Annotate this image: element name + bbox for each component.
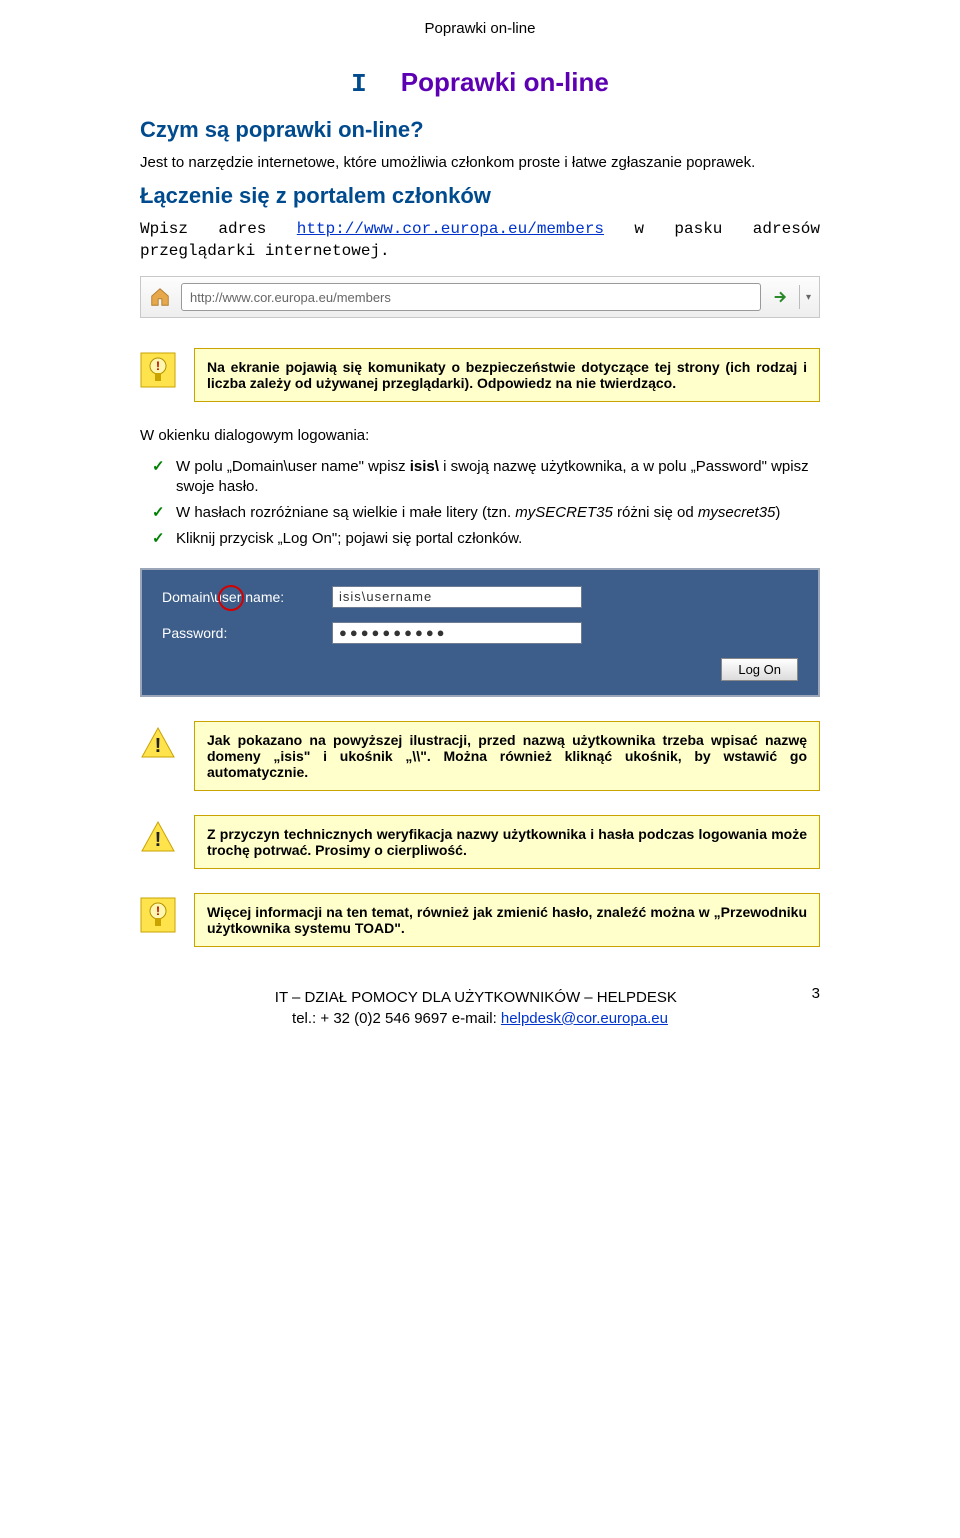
members-url-link[interactable]: http://www.cor.europa.eu/members xyxy=(297,220,604,238)
lightbulb-tip-icon: ! xyxy=(140,352,176,388)
dialog-intro-text: W okienku dialogowym logowania: xyxy=(140,426,820,446)
list-item: W polu „Domain\user name" wpisz isis\ i … xyxy=(176,457,820,498)
section-heading-what: Czym są poprawki on-line? xyxy=(140,117,820,143)
list-item: W hasłach rozróżniane są wielkie i małe … xyxy=(176,503,820,523)
url-text: http://www.cor.europa.eu/members xyxy=(190,290,391,305)
warning-triangle-icon: ! xyxy=(140,819,176,855)
paragraph: Wpisz adres http://www.cor.europa.eu/mem… xyxy=(140,219,820,262)
paragraph: Jest to narzędzie internetowe, które umo… xyxy=(140,153,820,173)
info-note-box: Na ekranie pojawią się komunikaty o bezp… xyxy=(194,348,820,402)
lightbulb-tip-icon: ! xyxy=(140,897,176,933)
warning-triangle-icon: ! xyxy=(140,725,176,761)
footer-line1: IT – DZIAŁ POMOCY DLA UŻYTKOWNIKÓW – HEL… xyxy=(275,989,677,1006)
footer-line2-pre: tel.: + 32 (0)2 546 9697 e-mail: xyxy=(292,1010,501,1027)
svg-text:!: ! xyxy=(155,829,162,851)
go-arrow-icon[interactable] xyxy=(771,288,789,306)
password-label: Password: xyxy=(162,625,332,641)
svg-text:!: ! xyxy=(156,359,160,373)
domain-user-input[interactable]: isis\username xyxy=(332,586,582,608)
main-title: I Poprawki on-line xyxy=(140,67,820,99)
list-item: Kliknij przycisk „Log On"; pojawi się po… xyxy=(176,529,820,549)
log-on-button[interactable]: Log On xyxy=(721,658,798,681)
svg-text:!: ! xyxy=(156,904,160,918)
page-footer: 3 IT – DZIAŁ POMOCY DLA UŻYTKOWNIKÓW – H… xyxy=(140,987,820,1029)
warning-note-box: Z przyczyn technicznych weryfikacja nazw… xyxy=(194,815,820,869)
chapter-number: I xyxy=(351,69,367,99)
password-input[interactable]: ●●●●●●●●●● xyxy=(332,622,582,644)
chapter-title: Poprawki on-line xyxy=(401,67,609,97)
url-input[interactable]: http://www.cor.europa.eu/members xyxy=(181,283,761,311)
home-icon[interactable] xyxy=(149,286,171,308)
dropdown-arrow-icon[interactable]: ▾ xyxy=(799,285,811,309)
info-note-box: Więcej informacji na ten temat, również … xyxy=(194,893,820,947)
svg-text:!: ! xyxy=(155,735,162,757)
page-header: Poprawki on-line xyxy=(140,20,820,37)
page-number: 3 xyxy=(812,983,820,1004)
section-heading-connect: Łączenie się z portalem członków xyxy=(140,183,820,209)
login-dialog: Domain\user name: isis\username Password… xyxy=(140,568,820,697)
warning-note-box: Jak pokazano na powyższej ilustracji, pr… xyxy=(194,721,820,791)
browser-address-bar: http://www.cor.europa.eu/members ▾ xyxy=(140,276,820,318)
helpdesk-email-link[interactable]: helpdesk@cor.europa.eu xyxy=(501,1010,668,1027)
domain-user-label: Domain\user name: xyxy=(162,589,332,605)
checklist: W polu „Domain\user name" wpisz isis\ i … xyxy=(140,457,820,550)
